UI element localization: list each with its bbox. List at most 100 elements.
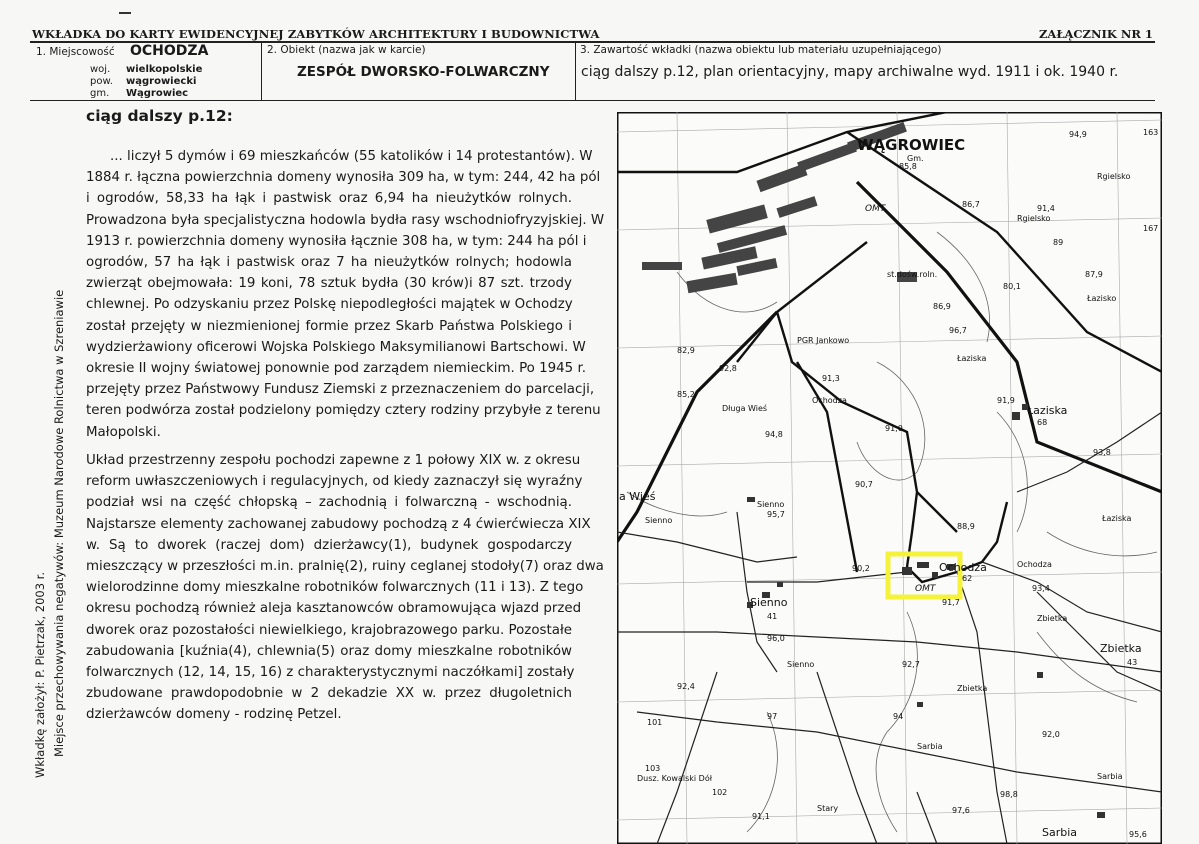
map-road-number: 163 <box>1143 128 1159 137</box>
negatives-location-note: Miejsce przechowywania negatywów: Muzeum… <box>52 289 66 757</box>
text-line: Prowadzona była specjalistyczna hodowla … <box>86 212 605 228</box>
map-grid <box>617 112 1162 844</box>
map-elevation: 90,2 <box>852 564 870 573</box>
text-line: okresu pochodzą również aleja kasztanowc… <box>86 601 582 617</box>
map-label-sienno: Sienno <box>757 500 785 509</box>
map-label-sienno: Sienno <box>750 596 788 609</box>
map-label-dusz: Dusz. Kowalski Dół <box>637 774 712 783</box>
object-label: 2. Obiekt (nazwa jak w karcie) <box>267 44 426 56</box>
map-label-ochodza-estate: Ochodza <box>939 561 987 574</box>
commune-label: gm. <box>90 88 110 99</box>
map-elevation: 93,4 <box>1032 584 1050 593</box>
map-label-sienno: Sienno <box>645 516 673 525</box>
map-elevation: 92,0 <box>1042 730 1060 739</box>
text-line: zwierząt obejmowała: 19 koni, 78 sztuk b… <box>86 276 572 292</box>
text-line: i ogrodów, 58,33 ha łąk i pastwisk oraz … <box>86 191 572 207</box>
text-line: wielorodzinne domy mieszkalne robotników… <box>86 580 584 596</box>
header-divider-2 <box>575 41 576 101</box>
voivodeship-label: woj. <box>90 64 111 75</box>
map-elevation: 80,1 <box>1003 282 1021 291</box>
map-elevation: 91,3 <box>822 374 840 383</box>
map-label-rgielsko: Rgielsko <box>1097 172 1131 181</box>
map-elevation: 93,8 <box>1093 448 1111 457</box>
map-elevation: 92,7 <box>902 660 920 669</box>
map-elevation: 91,1 <box>752 812 770 821</box>
text-line: ... liczył 5 dymów i 69 mieszkańców (55 … <box>110 149 593 164</box>
main-roads <box>617 112 1162 584</box>
map-road-number: 103 <box>645 764 661 773</box>
locality-label: 1. Miejscowość <box>36 46 115 58</box>
map-road-number: 102 <box>712 788 728 797</box>
map-label-experimental-station: st.dośw.roln. <box>887 270 938 279</box>
voivodeship-value: wielkopolskie <box>126 64 203 75</box>
map-number: 43 <box>1127 658 1138 667</box>
text-line: w. Są to dworek (raczej dom) dzierżawcy(… <box>86 537 572 553</box>
map-frame <box>617 112 1162 844</box>
text-line: podział wsi na część chłopską – zachodni… <box>86 495 572 511</box>
text-line: Małopolski. <box>86 424 161 440</box>
map-label-pgr-jankowo: PGR Jankowo <box>797 336 850 345</box>
map-label-ochodza: Ochodza <box>812 396 847 405</box>
text-line: wydzierżawiony oficerowi Wojska Polskieg… <box>86 339 586 355</box>
commune-value: Wągrowiec <box>126 88 189 99</box>
text-line: zbudowane prawdopodobnie w 2 dekadzie XX… <box>86 686 572 702</box>
text-line: dworek oraz pozostałości niewielkiego, k… <box>86 622 572 638</box>
map-road-number: 97 <box>767 712 778 721</box>
text-line: okresie II wojny światowej ponownie pod … <box>86 361 586 377</box>
map-elevation: 87,9 <box>1085 270 1103 279</box>
map-elevation: 91,0 <box>885 424 903 433</box>
map-label-omt: OMT <box>865 204 886 214</box>
map-label-sienno: Sienno <box>787 660 815 669</box>
village-buildings <box>747 404 1105 818</box>
map-elevation: 88,9 <box>957 522 975 531</box>
map-elevation: 86,7 <box>962 200 980 209</box>
map-elevation: 89 <box>1053 238 1064 247</box>
map-drawing <box>617 112 1162 844</box>
railway <box>617 180 1162 543</box>
map-label-laziska: Łaziska <box>1027 404 1068 417</box>
map-elevation: 97,6 <box>952 806 970 815</box>
county-value: wągrowiecki <box>126 76 197 87</box>
history-paragraph: ... liczył 5 dymów i 69 mieszkańców (55 … <box>86 146 605 443</box>
text-line: reform uwłaszczeniowych i regulacyjnych,… <box>86 474 583 490</box>
map-road-number: 94 <box>893 712 904 721</box>
map-elevation: 91,9 <box>997 396 1015 405</box>
text-line: został przejęty w niezmienionej formie p… <box>86 318 572 334</box>
map-label-laziska: Łaziska <box>957 354 987 363</box>
text-line: folwarcznych (12, 14, 15, 16) z charakte… <box>86 665 575 681</box>
map-elevation: 94,9 <box>1069 130 1087 139</box>
map-label-ochodza: Ochodza <box>1017 560 1052 569</box>
map-elevation: 86,9 <box>933 302 951 311</box>
map-label-lazisko: Łazisko <box>1087 294 1117 303</box>
text-line: Układ przestrzenny zespołu pochodzi zape… <box>86 453 581 468</box>
layout-paragraph: Układ przestrzenny zespołu pochodzi zape… <box>86 450 604 726</box>
author-note: Wkładkę założył: P. Pietrzak, 2003 r. <box>33 571 47 778</box>
text-line: Najstarsze elementy zachowanej zabudowy … <box>86 516 591 532</box>
map-elevation: 92,8 <box>719 364 737 373</box>
insert-contents-label: 3. Zawartość wkładki (nazwa obiektu lub … <box>580 44 942 56</box>
card-header-title: WKŁADKA DO KARTY EWIDENCYJNEJ ZABYTKÓW A… <box>32 27 600 41</box>
map-number: 41 <box>767 612 778 621</box>
county-label: pow. <box>90 76 113 87</box>
map-number: 62 <box>962 574 973 583</box>
text-line: zabudowania [kuźnia(4), chlewnia(5) oraz… <box>86 643 572 659</box>
map-label-wies: a Wieś <box>619 490 656 503</box>
map-elevation: 95,7 <box>767 510 785 519</box>
header-rule-bottom <box>30 100 1155 101</box>
object-value: ZESPÓŁ DWORSKO-FOLWARCZNY <box>297 64 550 80</box>
map-label-zbietka: Zbietka <box>957 684 988 693</box>
section-title: ciąg dalszy p.12: <box>86 107 233 125</box>
map-road-number: 167 <box>1143 224 1159 233</box>
map-label-zbietka: Zbietka <box>1037 614 1068 623</box>
orientation-map: WĄGROWIEC Gm. Rgielsko Rgielsko OMT st.d… <box>617 112 1162 844</box>
scan-mark <box>119 12 131 14</box>
map-elevation: 85,2 <box>677 390 695 399</box>
map-label-sarbia: Sarbia <box>917 742 943 751</box>
map-label-sarbia: Sarbia <box>1097 772 1123 781</box>
map-elevation: 90,7 <box>855 480 873 489</box>
map-label-stary: Stary <box>817 804 839 813</box>
text-line: teren podwórza został podzielony pomiędz… <box>86 403 601 419</box>
map-elevation: 95,6 <box>1129 830 1147 839</box>
map-elevation: 91,4 <box>1037 204 1055 213</box>
map-label-wagrowiec: WĄGROWIEC <box>857 136 966 154</box>
